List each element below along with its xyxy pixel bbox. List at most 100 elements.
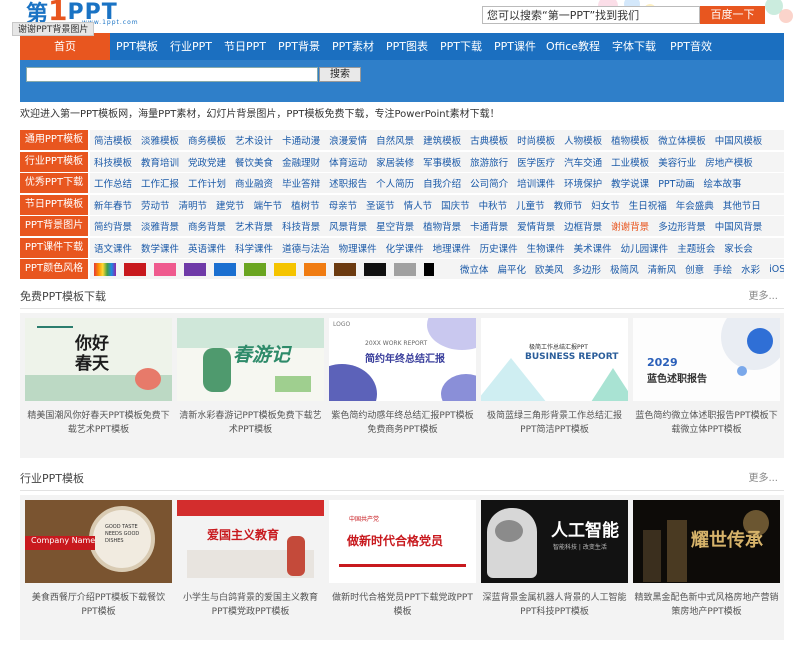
category-link[interactable]: 人物模板 xyxy=(564,133,602,147)
category-link[interactable]: 公司简介 xyxy=(470,176,508,190)
template-thumbnail[interactable]: 春游记 xyxy=(177,318,324,401)
category-link[interactable]: 艺术背景 xyxy=(235,219,273,233)
nav-item-0[interactable]: 首页 xyxy=(20,33,110,60)
category-link[interactable]: 旅游旅行 xyxy=(470,155,508,169)
category-label[interactable]: 节日PPT模板 xyxy=(20,194,88,215)
template-thumbnail[interactable]: 中国共产党 做新时代合格党员 xyxy=(329,500,476,583)
category-link[interactable]: 房地产模板 xyxy=(705,155,753,169)
category-link[interactable]: 医学医疗 xyxy=(517,155,555,169)
category-link[interactable]: 创意 xyxy=(685,262,704,276)
template-thumbnail[interactable]: 极简工作总结汇报PPT BUSINESS REPORT xyxy=(481,318,628,401)
template-thumbnail[interactable]: 耀世传承 xyxy=(633,500,780,583)
category-link[interactable]: 建筑模板 xyxy=(423,133,461,147)
category-link[interactable]: 边框背景 xyxy=(564,219,602,233)
nav-item-11[interactable]: PPT音效 xyxy=(664,33,718,60)
category-link[interactable]: 幼儿园课件 xyxy=(621,241,669,255)
nav-item-5[interactable]: PPT素材 xyxy=(326,33,380,60)
category-link[interactable]: 多边形背景 xyxy=(658,219,706,233)
template-card[interactable]: 人工智能 智能科技 | 改变生活 深蓝背景金属机器人背景的人工智能PPT科技PPT… xyxy=(481,500,628,619)
category-link[interactable]: 圣诞节 xyxy=(366,198,395,212)
category-label[interactable]: 通用PPT模板 xyxy=(20,130,88,150)
category-link[interactable]: 风景背景 xyxy=(329,219,367,233)
category-link[interactable]: 军事模板 xyxy=(423,155,461,169)
category-link[interactable]: 谢谢背景 xyxy=(611,219,649,233)
category-link[interactable]: 植物模板 xyxy=(611,133,649,147)
template-caption[interactable]: 美食西餐厅介绍PPT模板下载餐饮PPT模板 xyxy=(25,591,172,619)
category-link[interactable]: 工作汇报 xyxy=(141,176,179,190)
template-card[interactable]: 中国共产党 做新时代合格党员 做新时代合格党员PPT下载党政PPT模板 xyxy=(329,500,476,619)
category-link[interactable]: 工业模板 xyxy=(611,155,649,169)
category-link[interactable]: 欧美风 xyxy=(535,262,564,276)
category-link[interactable]: 中国风模板 xyxy=(715,133,763,147)
nav-item-4[interactable]: PPT背景 xyxy=(272,33,326,60)
category-link[interactable]: 卡通动漫 xyxy=(282,133,320,147)
category-link[interactable]: 物理课件 xyxy=(339,241,377,255)
category-link[interactable]: 手绘 xyxy=(713,262,732,276)
category-link[interactable]: 商务背景 xyxy=(188,219,226,233)
category-link[interactable]: 简洁模板 xyxy=(94,133,132,147)
category-label[interactable]: PPT课件下载 xyxy=(20,237,88,258)
category-link[interactable]: 述职报告 xyxy=(329,176,367,190)
category-link[interactable]: 中秋节 xyxy=(479,198,508,212)
template-caption[interactable]: 精致黑金配色新中式风格房地产营销策房地产PPT模板 xyxy=(633,591,780,619)
template-caption[interactable]: 做新时代合格党员PPT下载党政PPT模板 xyxy=(329,591,476,619)
category-link[interactable]: 生日祝福 xyxy=(629,198,667,212)
category-link[interactable]: 中国风背景 xyxy=(715,219,763,233)
nav-item-3[interactable]: 节日PPT xyxy=(218,33,272,60)
template-caption[interactable]: 紫色简约动感年终总结汇报PPT模板免费商务PPT模板 xyxy=(329,409,476,437)
category-link[interactable]: 浪漫爱情 xyxy=(329,133,367,147)
category-link[interactable]: 水彩 xyxy=(741,262,760,276)
category-link[interactable]: 简约背景 xyxy=(94,219,132,233)
nav-item-8[interactable]: PPT课件 xyxy=(488,33,542,60)
nav-item-2[interactable]: 行业PPT xyxy=(164,33,218,60)
category-link[interactable]: 毕业答辩 xyxy=(282,176,320,190)
category-label[interactable]: 优秀PPT下载 xyxy=(20,173,88,193)
category-link[interactable]: 时尚模板 xyxy=(517,133,555,147)
category-link[interactable]: 科技背景 xyxy=(282,219,320,233)
nav-item-9[interactable]: Office教程 xyxy=(542,33,604,60)
category-link[interactable]: 教师节 xyxy=(554,198,583,212)
category-link[interactable]: 化学课件 xyxy=(386,241,424,255)
template-thumbnail[interactable]: LOGO 20XX WORK REPORT 简约年终总结汇报 xyxy=(329,318,476,401)
category-link[interactable]: 主题班会 xyxy=(677,241,715,255)
search-button[interactable]: 百度一下 xyxy=(700,6,765,24)
more-link[interactable]: 更多... xyxy=(748,471,778,487)
category-link[interactable]: 环境保护 xyxy=(564,176,602,190)
template-card[interactable]: LOGO 20XX WORK REPORT 简约年终总结汇报 紫色简约动感年终总结… xyxy=(329,318,476,437)
category-link[interactable]: 极简风 xyxy=(610,262,639,276)
template-caption[interactable]: 精美国潮风你好春天PPT模板免费下载艺术PPT模板 xyxy=(25,409,172,437)
category-link[interactable]: 爱情背景 xyxy=(517,219,555,233)
category-link[interactable]: 古典模板 xyxy=(470,133,508,147)
color-swatch[interactable] xyxy=(244,262,266,276)
template-card[interactable]: 极简工作总结汇报PPT BUSINESS REPORT 极简蓝绿三角形背景工作总结… xyxy=(481,318,628,437)
category-link[interactable]: 金融理财 xyxy=(282,155,320,169)
color-swatch[interactable] xyxy=(124,262,146,276)
category-link[interactable]: 历史课件 xyxy=(480,241,518,255)
category-link[interactable]: 语文课件 xyxy=(94,241,132,255)
category-link[interactable]: 绘本故事 xyxy=(703,176,741,190)
color-swatch[interactable] xyxy=(334,262,356,276)
color-swatch[interactable] xyxy=(154,262,176,276)
category-link[interactable]: 端午节 xyxy=(254,198,283,212)
template-card[interactable]: 耀世传承 精致黑金配色新中式风格房地产营销策房地产PPT模板 xyxy=(633,500,780,619)
nav-item-10[interactable]: 字体下载 xyxy=(604,33,664,60)
category-link[interactable]: 年会盛典 xyxy=(676,198,714,212)
category-link[interactable]: 道德与法治 xyxy=(282,241,330,255)
category-link[interactable]: 清新风 xyxy=(648,262,677,276)
category-link[interactable]: 国庆节 xyxy=(441,198,470,212)
category-link[interactable]: 餐饮美食 xyxy=(235,155,273,169)
category-link[interactable]: 科技模板 xyxy=(94,155,132,169)
category-link[interactable]: 家长会 xyxy=(724,241,753,255)
category-link[interactable]: 建党节 xyxy=(216,198,245,212)
color-swatch[interactable] xyxy=(364,262,386,276)
template-card[interactable]: 春游记 清新水彩春游记PPT模板免费下载艺术PPT模板 xyxy=(177,318,324,437)
category-link[interactable]: 儿童节 xyxy=(516,198,545,212)
site-search-input[interactable] xyxy=(26,67,318,82)
category-link[interactable]: 生物课件 xyxy=(527,241,565,255)
category-link[interactable]: 微立体 xyxy=(460,262,489,276)
category-link[interactable]: 商业融资 xyxy=(235,176,273,190)
template-card[interactable]: 你好春天 精美国潮风你好春天PPT模板免费下载艺术PPT模板 xyxy=(25,318,172,437)
category-link[interactable]: 劳动节 xyxy=(141,198,170,212)
category-link[interactable]: 工作总结 xyxy=(94,176,132,190)
template-thumbnail[interactable]: 你好春天 xyxy=(25,318,172,401)
